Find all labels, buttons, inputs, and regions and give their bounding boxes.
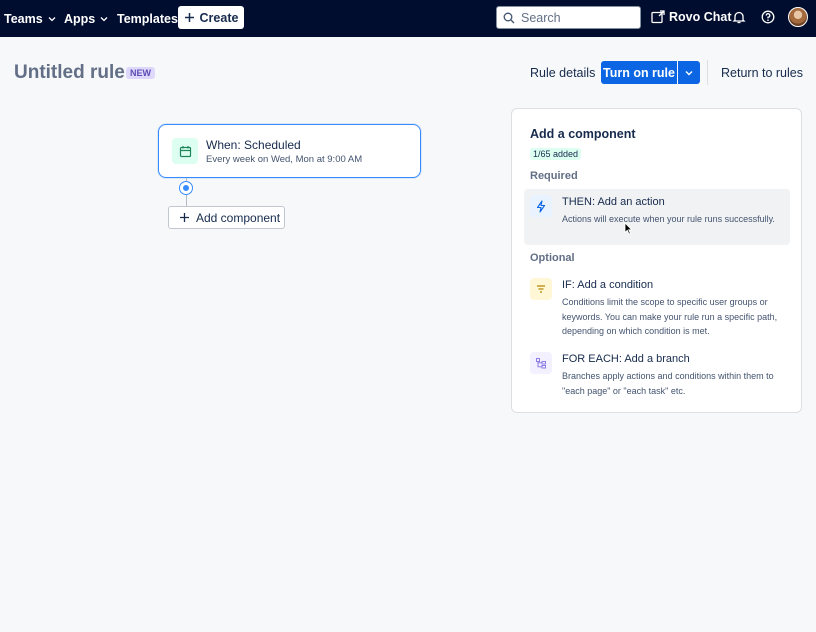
trigger-subtitle: Every week on Wed, Mon at 9:00 AM	[206, 154, 363, 165]
rule-details-button[interactable]: Rule details	[530, 66, 595, 80]
turn-on-rule-button[interactable]: Turn on rule	[601, 61, 677, 84]
trigger-card[interactable]: When: Scheduled Every week on Wed, Mon a…	[158, 124, 421, 178]
component-option-branch[interactable]: FOR EACH: Add a branch Branches apply ac…	[524, 346, 790, 398]
return-to-rules-button[interactable]: Return to rules	[721, 66, 803, 80]
nav-teams-label: Teams	[4, 11, 43, 26]
create-button-label: Create	[199, 10, 239, 25]
search-input[interactable]	[521, 10, 631, 25]
filter-icon	[537, 285, 545, 293]
action-icon-wrap	[530, 195, 552, 217]
nav-templates[interactable]: Templates	[117, 12, 178, 26]
mouse-cursor-icon	[624, 222, 633, 235]
component-description: Branches apply actions and conditions wi…	[562, 371, 774, 396]
connector-dot	[179, 181, 193, 195]
help-icon[interactable]	[761, 10, 775, 24]
components-count-badge: 1/65 added	[530, 148, 582, 160]
add-component-button[interactable]: Add component	[168, 206, 285, 229]
turn-on-rule-dropdown[interactable]	[678, 61, 700, 84]
component-title: IF: Add a condition	[562, 279, 654, 291]
component-title: THEN: Add an action	[562, 196, 665, 208]
component-title: FOR EACH: Add a branch	[562, 353, 690, 365]
nav-apps[interactable]: Apps	[64, 12, 109, 26]
plus-icon	[180, 213, 189, 222]
optional-section-label: Optional	[530, 252, 575, 264]
lightning-icon	[536, 199, 546, 213]
calendar-icon	[179, 145, 191, 157]
new-badge: NEW	[126, 67, 155, 79]
add-component-label: Add component	[196, 210, 281, 225]
branch-icon	[536, 358, 546, 369]
search-box[interactable]	[496, 6, 641, 29]
header-divider	[707, 60, 708, 85]
chevron-down-icon	[100, 16, 108, 21]
rovo-chat-label: Rovo Chat	[669, 10, 732, 24]
required-section-label: Required	[530, 170, 578, 182]
branch-icon-wrap	[530, 352, 552, 374]
search-icon	[503, 12, 515, 23]
component-description: Conditions limit the scope to specific u…	[562, 297, 778, 336]
notifications-bell-icon[interactable]	[732, 10, 746, 24]
page-title: Untitled rule	[14, 62, 125, 83]
chevron-down-icon	[48, 16, 56, 21]
rovo-chat-button[interactable]: Rovo Chat	[651, 10, 732, 24]
rovo-chat-icon	[651, 10, 665, 24]
component-option-condition[interactable]: IF: Add a condition Conditions limit the…	[524, 272, 790, 336]
chevron-down-icon	[685, 70, 693, 75]
user-avatar[interactable]	[788, 7, 808, 27]
plus-icon	[184, 13, 194, 22]
create-button[interactable]: Create	[178, 6, 244, 29]
top-navigation: Teams Apps Templates Create Rovo Chat	[0, 0, 816, 37]
component-description: Actions will execute when your rule runs…	[562, 214, 775, 224]
nav-apps-label: Apps	[64, 11, 96, 26]
component-option-action[interactable]: THEN: Add an action Actions will execute…	[524, 189, 790, 245]
nav-templates-label: Templates	[117, 11, 178, 26]
trigger-icon-wrap	[172, 138, 198, 164]
add-component-panel: Add a component 1/65 added Required THEN…	[511, 108, 802, 413]
panel-title: Add a component	[530, 127, 636, 141]
trigger-title: When: Scheduled	[206, 138, 301, 152]
condition-icon-wrap	[530, 278, 552, 300]
nav-teams[interactable]: Teams	[4, 12, 57, 26]
